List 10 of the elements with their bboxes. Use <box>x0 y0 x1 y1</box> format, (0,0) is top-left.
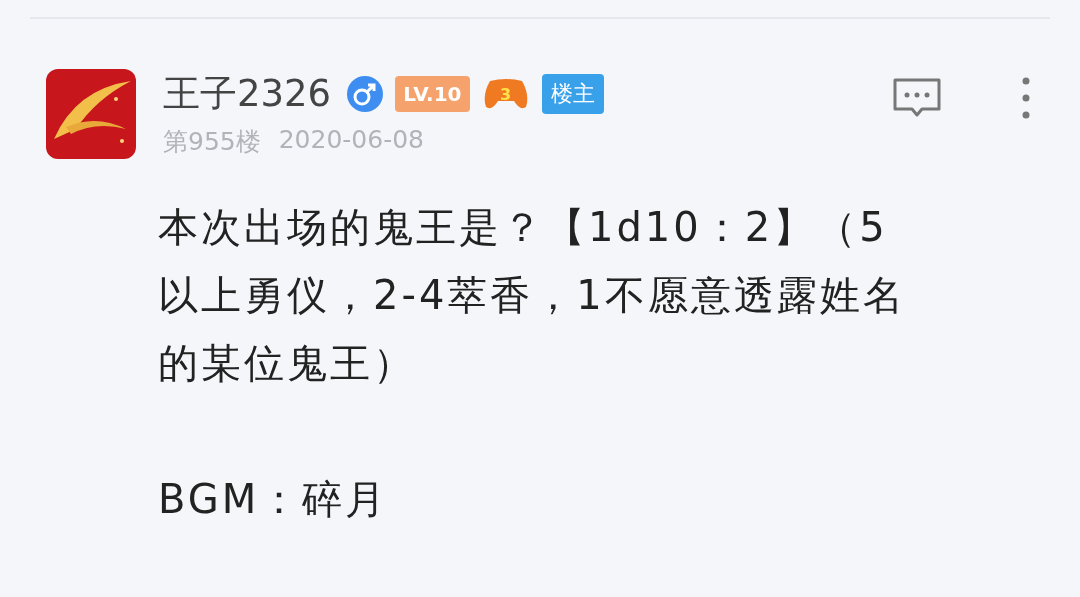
level-badge: LV.10 <box>395 76 470 112</box>
avatar-icon[interactable] <box>46 69 136 159</box>
post-text: BGM：碎月 <box>158 475 390 524</box>
post-text: 本次出场的鬼王是？【1d10：2】（5以上勇仪，2-4萃香，1不愿意透露姓名的某位鬼王） <box>158 203 907 388</box>
post-date: 2020-06-08 <box>278 125 424 156</box>
owner-badge: 楼主 <box>541 74 604 114</box>
comment-icon[interactable] <box>892 77 942 119</box>
username[interactable]: 王子2326 <box>163 69 332 119</box>
floor-number: 第955楼 <box>163 126 261 158</box>
more-icon[interactable] <box>1022 77 1030 119</box>
